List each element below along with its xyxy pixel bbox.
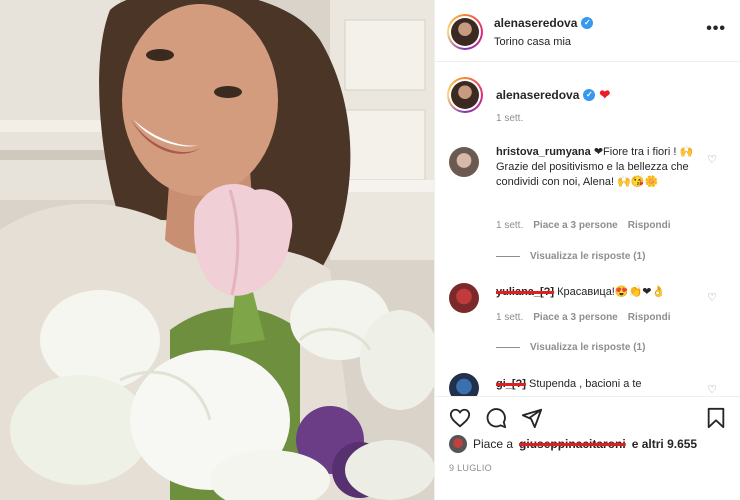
- comment-text-block: yuliana_[?] Красавица!😍👏❤👌: [496, 285, 701, 300]
- view-replies-button[interactable]: Visualizza le risposte (1): [496, 342, 645, 353]
- bookmark-icon[interactable]: [705, 407, 727, 429]
- comment-text-block: gi_[?] Stupenda , bacioni a te: [496, 377, 701, 392]
- comments-list[interactable]: alenaseredova ✓ ❤ 1 sett. hristova_rumya…: [435, 63, 740, 396]
- post-photo[interactable]: [0, 0, 434, 500]
- author-avatar[interactable]: [447, 14, 483, 50]
- small-heart-icon[interactable]: ♡: [707, 383, 717, 396]
- caption-username-text[interactable]: alenaseredova: [496, 88, 579, 102]
- comment-username[interactable]: yuliana_[?]: [496, 286, 554, 298]
- reply-button[interactable]: Rispondi: [628, 220, 671, 231]
- comment-text-block: hristova_rumyana ❤Fiore tra i fiori ! 🙌G…: [496, 145, 701, 190]
- replies-divider: [496, 347, 520, 348]
- commenter-avatar[interactable]: [449, 283, 479, 313]
- small-heart-icon[interactable]: ♡: [707, 291, 717, 304]
- post-header: alenaseredova ✓ Torino casa mia •••: [435, 0, 740, 62]
- post-photo-illustration: [0, 0, 434, 500]
- comment-likes[interactable]: Piace a 3 persone: [533, 220, 618, 231]
- post-side-panel: alenaseredova ✓ Torino casa mia ••• alen…: [434, 0, 740, 500]
- likes-prefix: Piace a: [473, 437, 514, 451]
- small-heart-icon[interactable]: ♡: [707, 153, 717, 166]
- comment-time[interactable]: 1 sett.: [496, 220, 523, 231]
- caption-text: ❤: [599, 87, 611, 102]
- comment-username[interactable]: gi_[?]: [496, 378, 526, 390]
- author-username[interactable]: alenaseredova ✓: [494, 16, 594, 30]
- post-date[interactable]: 9 LUGLIO: [449, 463, 492, 473]
- comment-meta: 1 sett. Piace a 3 persone Rispondi: [496, 312, 671, 323]
- comment-text: Stupenda , bacioni a te: [529, 378, 642, 390]
- verified-badge-icon: ✓: [581, 17, 594, 29]
- commenter-avatar[interactable]: [449, 373, 479, 396]
- liker-username[interactable]: giuseppinacitaroni: [519, 437, 626, 451]
- comment-username[interactable]: hristova_rumyana: [496, 146, 591, 158]
- post-actions-bar: Piace a giuseppinacitaroni e altri 9.655…: [435, 396, 740, 500]
- view-replies-button[interactable]: Visualizza le risposte (1): [496, 251, 645, 262]
- reply-button[interactable]: Rispondi: [628, 312, 671, 323]
- share-icon[interactable]: [521, 407, 543, 429]
- likes-count[interactable]: e altri 9.655: [632, 437, 697, 451]
- caption-username[interactable]: alenaseredova ✓ ❤: [496, 87, 610, 103]
- comment-text: Красавица!😍👏❤👌: [557, 286, 666, 298]
- author-username-text[interactable]: alenaseredova: [494, 16, 577, 30]
- post-location[interactable]: Torino casa mia: [494, 36, 571, 48]
- verified-badge-icon: ✓: [583, 89, 596, 101]
- comment-icon[interactable]: [485, 407, 507, 429]
- comment-likes[interactable]: Piace a 3 persone: [533, 312, 618, 323]
- view-replies-label[interactable]: Visualizza le risposte (1): [530, 251, 645, 262]
- view-replies-label[interactable]: Visualizza le risposte (1): [530, 342, 645, 353]
- caption-avatar[interactable]: [447, 77, 483, 113]
- replies-divider: [496, 256, 520, 257]
- caption-time[interactable]: 1 sett.: [496, 113, 523, 124]
- more-options-icon[interactable]: •••: [706, 20, 726, 38]
- heart-icon[interactable]: [449, 407, 471, 429]
- comment-meta: 1 sett. Piace a 3 persone Rispondi: [496, 220, 671, 231]
- commenter-avatar[interactable]: [449, 147, 479, 177]
- liker-avatar[interactable]: [449, 435, 467, 453]
- likes-summary: Piace a giuseppinacitaroni e altri 9.655: [449, 435, 697, 453]
- comment-time[interactable]: 1 sett.: [496, 312, 523, 323]
